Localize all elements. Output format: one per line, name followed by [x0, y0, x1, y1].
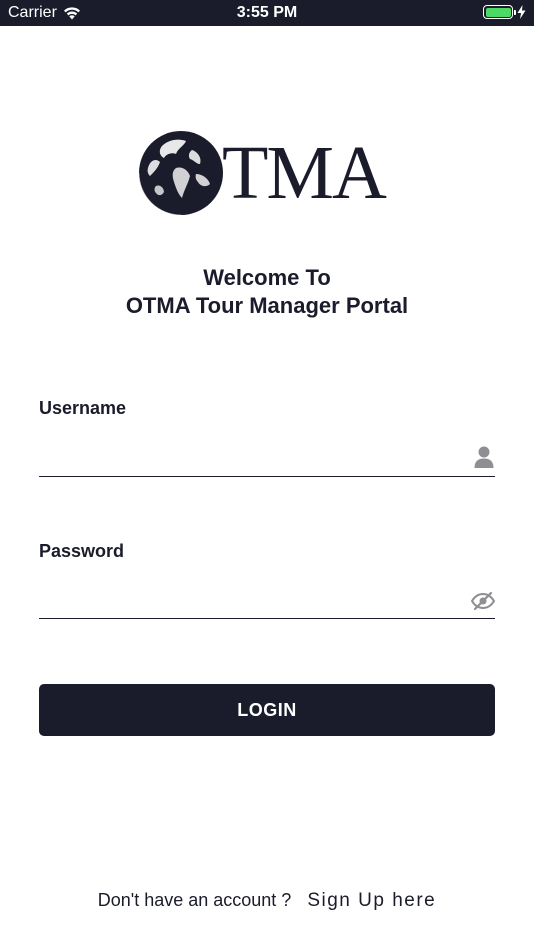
password-label: Password — [39, 541, 125, 561]
signup-prompt: Don't have an account ? — [97, 890, 292, 910]
welcome-heading: Welcome To OTMA Tour Manager Portal — [0, 264, 534, 320]
battery-level — [485, 7, 511, 17]
password-input[interactable] — [39, 579, 459, 617]
status-time: 3:55 PM — [236, 4, 298, 21]
username-label: Username — [39, 398, 127, 418]
battery-icon — [483, 5, 516, 19]
welcome-line-2: OTMA Tour Manager Portal — [125, 293, 409, 318]
signup-link[interactable]: Sign Up here — [307, 890, 436, 911]
status-bar: Carrier 3:55 PM — [0, 0, 534, 26]
login-button[interactable]: LOGIN — [39, 684, 495, 736]
username-field[interactable] — [39, 437, 495, 477]
status-right — [483, 5, 526, 19]
charging-bolt-icon — [517, 5, 526, 19]
logo-text: TMA — [222, 131, 387, 215]
globe-icon — [138, 131, 223, 216]
otma-logo: TMA — [136, 128, 406, 218]
user-icon — [474, 446, 494, 468]
username-input[interactable] — [39, 437, 459, 475]
password-field[interactable] — [39, 579, 495, 619]
welcome-line-1: Welcome To — [203, 265, 331, 290]
eye-slash-icon[interactable] — [471, 589, 495, 613]
signup-footer: Don't have an account ? Sign Up here — [0, 890, 534, 912]
